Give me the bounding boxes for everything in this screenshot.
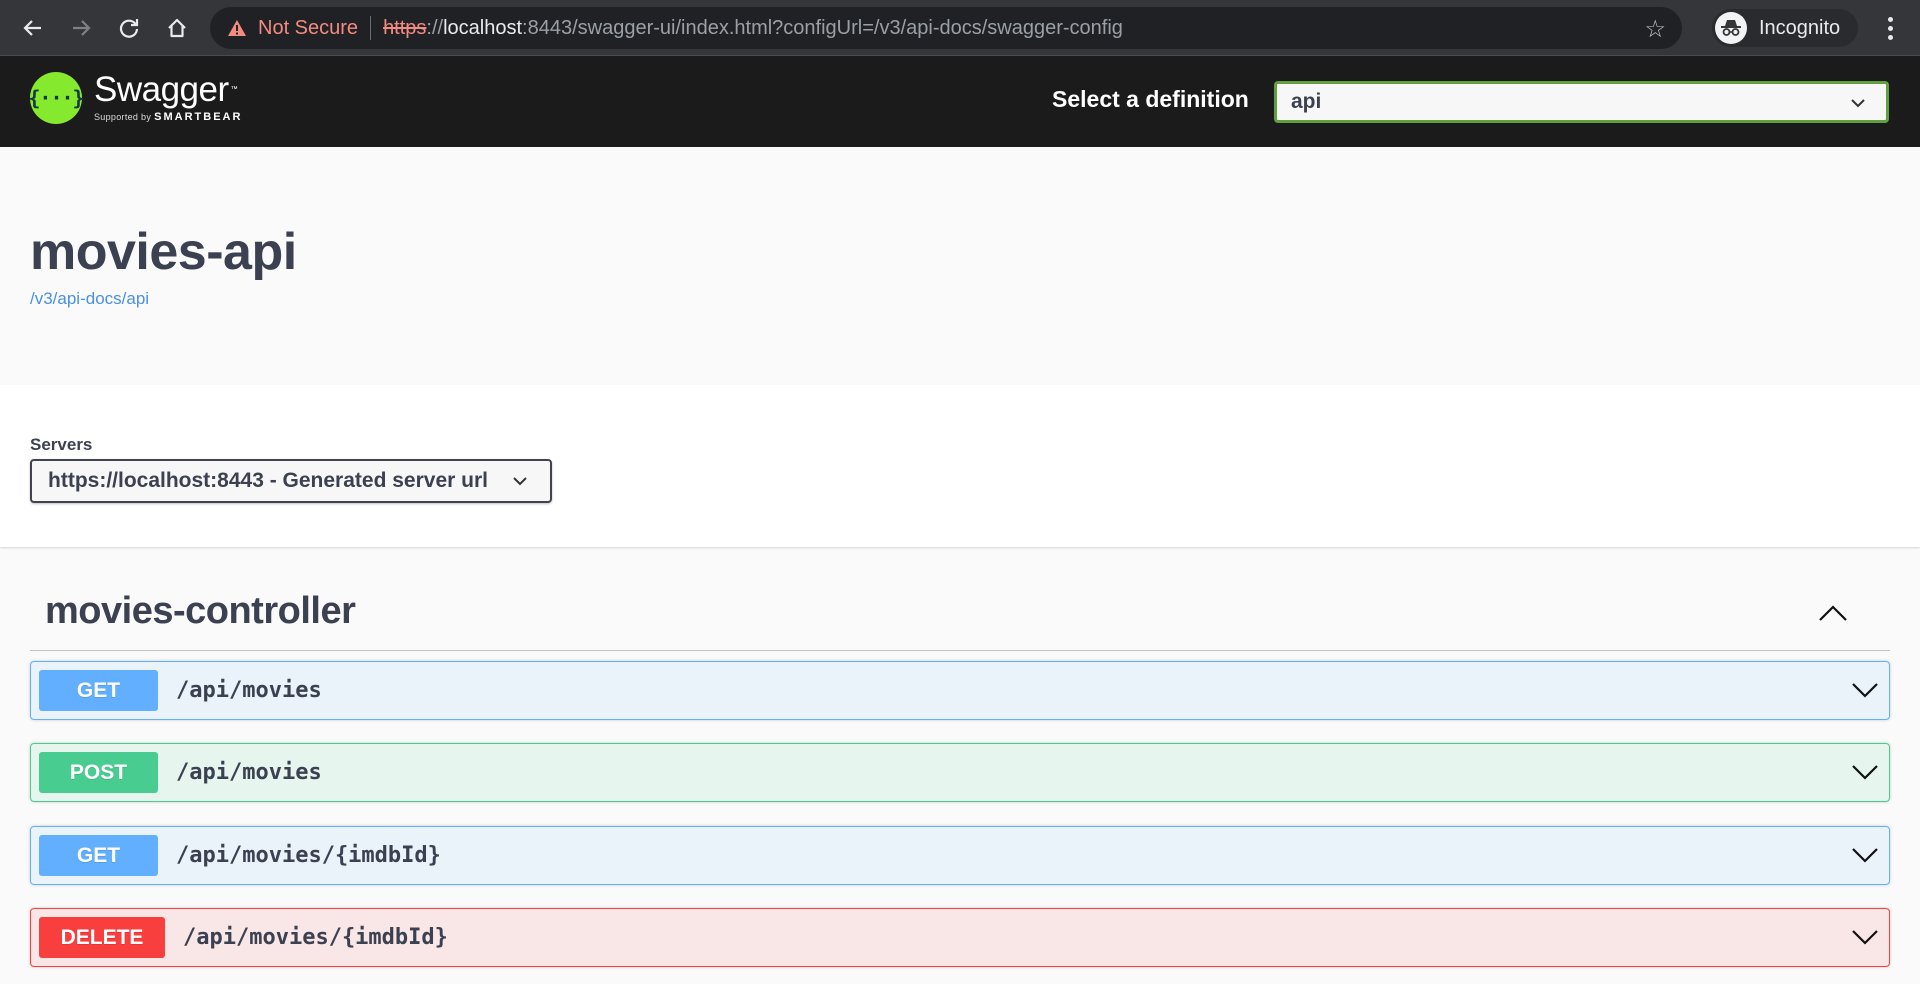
chevron-down-icon[interactable]: [1851, 680, 1879, 700]
url-host: localhost: [443, 16, 523, 39]
servers-label: Servers: [30, 435, 93, 454]
definition-select[interactable]: api: [1274, 81, 1889, 123]
servers-section: Servers https://localhost:8443 - Generat…: [0, 385, 1920, 547]
swagger-logo[interactable]: {···} Swagger ™ Supported by SMARTBEAR: [28, 70, 243, 124]
definition-selected-value: api: [1291, 90, 1322, 113]
operation-path: /api/movies: [176, 760, 322, 785]
url-scheme: https: [383, 16, 427, 39]
bookmark-star-icon[interactable]: ☆: [1644, 15, 1666, 44]
incognito-icon: [1715, 12, 1747, 44]
warning-icon: [226, 17, 248, 39]
forward-icon: [73, 20, 91, 36]
chevron-down-icon: [1850, 92, 1866, 119]
method-badge-get: GET: [39, 670, 158, 711]
security-status[interactable]: Not Secure: [258, 17, 358, 40]
operation-path: /api/movies/{imdbId}: [183, 925, 448, 950]
tag-name: movies-controller: [45, 590, 356, 632]
incognito-profile-button[interactable]: Incognito: [1712, 9, 1858, 47]
operation-path: /api/movies/{imdbId}: [176, 843, 441, 868]
chevron-down-icon[interactable]: [1851, 762, 1879, 782]
url-text[interactable]: https://localhost:8443/swagger-ui/index.…: [383, 17, 1123, 40]
swagger-topbar: {···} Swagger ™ Supported by SMARTBEAR Sel…: [0, 56, 1920, 147]
forward-button[interactable]: [65, 12, 97, 44]
url-path: :8443/swagger-ui/index.html?configUrl=/v…: [522, 16, 1123, 39]
chevron-down-icon[interactable]: [1851, 845, 1879, 865]
browser-toolbar: Not Secure https://localhost:8443/swagge…: [0, 0, 1920, 56]
swagger-logo-icon: {···}: [28, 72, 85, 124]
chevron-up-icon[interactable]: [1816, 600, 1850, 626]
chevron-down-icon[interactable]: [1851, 927, 1879, 947]
url-separator: ://: [426, 16, 444, 39]
info-section: movies-api /v3/api-docs/api: [0, 147, 1920, 385]
method-badge-post: POST: [39, 752, 158, 793]
kebab-menu-icon[interactable]: [1880, 12, 1900, 44]
server-selected-value: https://localhost:8443 - Generated serve…: [48, 469, 488, 492]
back-button[interactable]: [17, 12, 49, 44]
home-icon: [168, 18, 186, 38]
reload-button[interactable]: [113, 12, 145, 44]
servers-select[interactable]: https://localhost:8443 - Generated serve…: [30, 459, 552, 503]
back-icon: [23, 20, 41, 36]
chevron-down-icon: [512, 471, 528, 496]
tag-heading-movies-controller[interactable]: movies-controller: [30, 588, 1890, 651]
operation-post-api-movies[interactable]: POST /api/movies: [30, 743, 1890, 802]
api-title: movies-api: [30, 223, 297, 281]
operation-path: /api/movies: [176, 678, 322, 703]
method-badge-delete: DELETE: [39, 917, 165, 958]
logo-supported-by: Supported by: [94, 112, 152, 122]
home-button[interactable]: [161, 12, 193, 44]
address-bar[interactable]: Not Secure https://localhost:8443/swagge…: [210, 7, 1682, 49]
operation-get-api-movies-imdbid[interactable]: GET /api/movies/{imdbId}: [30, 826, 1890, 885]
operation-delete-api-movies-imdbid[interactable]: DELETE /api/movies/{imdbId}: [30, 908, 1890, 967]
operation-get-api-movies[interactable]: GET /api/movies: [30, 661, 1890, 720]
incognito-label: Incognito: [1759, 16, 1841, 39]
definition-label: Select a definition: [1052, 86, 1249, 112]
reload-icon: [119, 19, 139, 38]
separator: [370, 16, 372, 40]
spec-url-link[interactable]: /v3/api-docs/api: [30, 289, 149, 309]
logo-brand: SMARTBEAR: [154, 111, 243, 123]
logo-name: Swagger: [94, 70, 229, 109]
logo-trademark: ™: [230, 86, 238, 93]
method-badge-get: GET: [39, 835, 158, 876]
